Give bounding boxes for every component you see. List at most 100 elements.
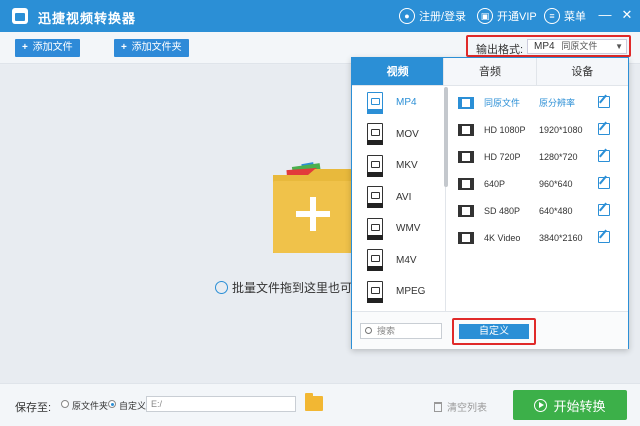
original-folder-label: 原文件夹: [72, 401, 109, 411]
format-item-mkv[interactable]: MKV: [352, 150, 445, 182]
browse-folder-icon[interactable]: [305, 393, 323, 411]
video-file-icon: [367, 217, 383, 240]
drop-hint: 批量文件拖到这里也可: [215, 279, 352, 296]
video-file-icon: [367, 186, 383, 209]
resolution-name: 640P: [484, 178, 506, 189]
video-file-icon: [367, 91, 383, 114]
menu-label: 菜单: [564, 11, 586, 23]
radio-original-folder[interactable]: [61, 400, 69, 408]
custom-button[interactable]: 自定义: [459, 324, 529, 339]
edit-icon[interactable]: [598, 177, 610, 189]
film-icon: [458, 231, 474, 244]
clear-list-button[interactable]: 清空列表: [434, 399, 487, 414]
resolution-list: 同原文件 原分辨率 HD 1080P 1920*1080 HD 720P 128…: [448, 89, 628, 251]
app-title: 迅捷视频转换器: [38, 11, 137, 26]
trash-icon: [434, 401, 442, 412]
film-icon: [458, 150, 474, 163]
add-file-label: 添加文件: [32, 42, 73, 53]
vip-button[interactable]: ▣ 开通VIP: [477, 6, 537, 26]
vip-label: 开通VIP: [497, 11, 537, 23]
resolution-name: 同原文件: [484, 98, 521, 108]
minimize-button[interactable]: —: [598, 8, 612, 22]
plus-icon: +: [121, 42, 127, 53]
video-file-icon: [367, 280, 383, 303]
format-item-m4v[interactable]: M4V: [352, 245, 445, 277]
format-label: MOV: [396, 128, 419, 140]
edit-icon[interactable]: [598, 96, 610, 108]
resolution-row[interactable]: HD 1080P 1920*1080: [448, 116, 628, 143]
film-icon: [458, 123, 474, 136]
format-tabs: 视频 音频 设备: [352, 58, 628, 86]
format-item-wmv[interactable]: WMV: [352, 213, 445, 245]
format-list-scrollbar[interactable]: [444, 87, 448, 187]
chevron-down-icon: ▼: [615, 42, 623, 51]
start-convert-button[interactable]: 开始转换: [513, 390, 627, 420]
vip-icon: ▣: [477, 8, 493, 24]
edit-icon[interactable]: [598, 150, 610, 162]
tab-device[interactable]: 设备: [535, 58, 628, 85]
resolution-name: HD 1080P: [484, 124, 526, 135]
format-item-mp4[interactable]: MP4: [352, 87, 445, 119]
edit-icon[interactable]: [598, 231, 610, 243]
radio-custom-folder[interactable]: [108, 400, 116, 408]
start-convert-label: 开始转换: [553, 398, 606, 414]
format-label: MP4: [396, 97, 417, 109]
video-file-icon: [367, 249, 383, 272]
plus-icon: +: [22, 42, 28, 53]
tab-video[interactable]: 视频: [352, 58, 444, 85]
resolution-row[interactable]: 4K Video 3840*2160: [448, 224, 628, 251]
title-bar: 迅捷视频转换器 ● 注册/登录 ▣ 开通VIP ≡ 菜单 — ✕: [0, 0, 640, 32]
resolution-row[interactable]: HD 720P 1280*720: [448, 143, 628, 170]
footer-bar: 保存至: 原文件夹 自定义 E:/ 清空列表 开始转换: [0, 383, 640, 426]
smile-icon: [215, 281, 228, 294]
play-icon: [534, 398, 548, 412]
format-item-mov[interactable]: MOV: [352, 119, 445, 151]
menu-icon: ≡: [544, 8, 560, 24]
login-label: 注册/登录: [419, 11, 467, 23]
popup-bottom-bar: 搜索 自定义: [352, 311, 628, 349]
format-label: MPEG: [396, 286, 426, 298]
save-path-input[interactable]: E:/: [146, 396, 296, 412]
app-logo-icon: [12, 8, 28, 24]
format-label: WMV: [396, 223, 421, 235]
video-file-icon: [367, 123, 383, 146]
resolution-row[interactable]: 同原文件 原分辨率: [448, 89, 628, 116]
format-label: MKV: [396, 160, 418, 172]
login-button[interactable]: ● 注册/登录: [399, 6, 466, 26]
resolution-name: 4K Video: [484, 232, 521, 243]
drop-hint-text: 批量文件拖到这里也可: [232, 281, 353, 295]
output-format-sub: 同原文件: [561, 41, 598, 51]
film-icon: [458, 96, 474, 109]
resolution-row[interactable]: 640P 960*640: [448, 170, 628, 197]
format-label: AVI: [396, 191, 412, 203]
format-popup: 视频 音频 设备 MP4 MOV MKV AVI WMV M4V MPEG 同原…: [351, 57, 629, 349]
clear-list-label: 清空列表: [447, 403, 487, 414]
edit-icon[interactable]: [598, 123, 610, 135]
format-list: MP4 MOV MKV AVI WMV M4V MPEG: [352, 87, 446, 311]
format-search-input[interactable]: 搜索: [360, 323, 442, 339]
format-item-mpeg[interactable]: MPEG: [352, 276, 445, 308]
close-button[interactable]: ✕: [620, 8, 634, 22]
resolution-name: HD 720P: [484, 151, 521, 162]
tab-audio[interactable]: 音频: [443, 58, 535, 85]
add-folder-button[interactable]: + 添加文件夹: [114, 39, 189, 57]
output-format-label: 输出格式:: [476, 44, 524, 56]
custom-folder-label: 自定义: [119, 401, 147, 411]
custom-highlight: 自定义: [452, 318, 536, 345]
format-item-avi[interactable]: AVI: [352, 182, 445, 214]
save-to-label: 保存至:: [15, 402, 52, 414]
resolution-name: SD 480P: [484, 205, 521, 216]
user-icon: ●: [399, 8, 415, 24]
output-format-value: MP4: [534, 41, 555, 52]
film-icon: [458, 177, 474, 190]
search-placeholder: 搜索: [377, 326, 396, 336]
format-label: M4V: [396, 254, 417, 266]
add-file-button[interactable]: + 添加文件: [15, 39, 80, 57]
edit-icon[interactable]: [598, 204, 610, 216]
film-icon: [458, 204, 474, 217]
menu-button[interactable]: ≡ 菜单: [544, 6, 586, 26]
output-format-dropdown[interactable]: MP4 同原文件 ▼: [527, 39, 627, 54]
search-icon: [365, 327, 372, 334]
add-folder-label: 添加文件夹: [131, 42, 182, 53]
resolution-row[interactable]: SD 480P 640*480: [448, 197, 628, 224]
